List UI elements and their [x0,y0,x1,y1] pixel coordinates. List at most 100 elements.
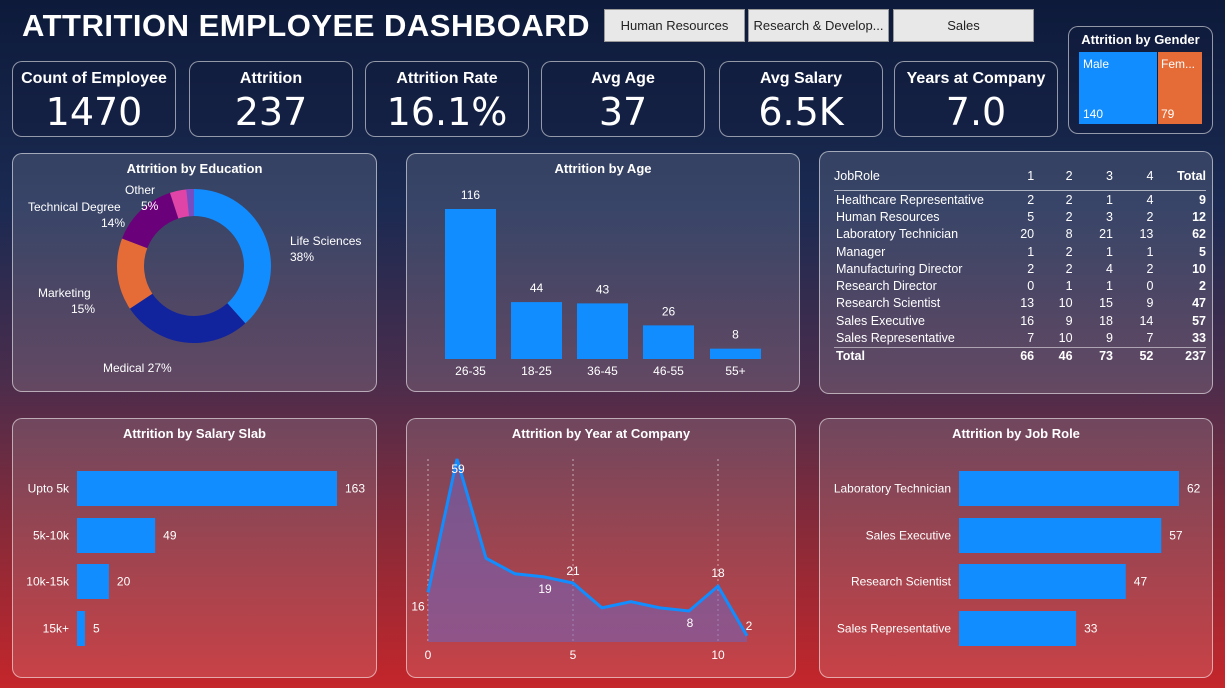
years-data-label: 8 [687,616,694,630]
matrix-header-1: 1 [995,162,1035,191]
male-value: 140 [1083,107,1104,121]
jobrole-data-label: 33 [1084,622,1098,636]
years-data-label: 16 [411,599,425,613]
kpi-label: Attrition Rate [396,70,498,87]
female-value: 79 [1161,107,1175,121]
age-data-label: 8 [732,328,739,342]
matrix-header-total: Total [1153,162,1206,191]
donut-percent-label: 15% [71,302,95,316]
age-bar-chart: 116 26-35 44 18-25 43 36-45 26 46-55 8 55+ [445,188,761,378]
gender-male-tile[interactable]: Male 140 [1079,52,1157,124]
matrix-cell: 62 [1192,227,1206,242]
matrix-cell: 5 [1027,209,1035,224]
attrition-by-gender-card: Attrition by Gender Male 140 Fem... 79 [1068,26,1213,134]
age-data-label: 43 [596,282,610,296]
matrix-cell: 0 [1146,279,1154,294]
age-bar [643,325,694,359]
salary-tick-label: 5k-10k [33,529,70,543]
matrix-cell: 57 [1192,313,1206,328]
matrix-cell: 5 [1199,244,1206,259]
kpi-label: Count of Employee [21,70,167,87]
matrix-cell: 2 [1065,261,1073,276]
matrix-cell: 20 [1020,227,1035,242]
matrix-cell: 10 [1058,331,1073,346]
years-data-label: 59 [451,462,465,476]
matrix-cell: 2 [1146,209,1154,224]
salary-panel: Attrition by Salary Slab 163 Upto 5k 49 5k-… [12,418,377,678]
years-tick-label: 5 [570,648,577,662]
matrix-cell: 12 [1192,209,1206,224]
matrix-cell: 18 [1099,313,1113,328]
salary-tick-label: Upto 5k [28,482,70,496]
matrix-cell: 1 [1027,244,1035,259]
female-label: Fem... [1161,57,1196,71]
gender-title: Attrition by Gender [1081,32,1200,47]
slicer-research-development[interactable]: Research & Develop... [748,9,889,42]
salary-bar-chart: 163 Upto 5k 49 5k-10k 20 10k-15k 5 15k+ [26,471,365,646]
matrix-header-2: 2 [1034,162,1073,191]
matrix-cell: 15 [1099,296,1113,311]
jobrole-tick-label: Research Scientist [851,575,952,589]
matrix-total-cell: 52 [1112,346,1154,365]
jobrole-data-label: 47 [1134,575,1148,589]
age-tick-label: 46-55 [653,364,684,378]
age-data-label: 116 [461,188,480,202]
years-data-label: 18 [711,566,725,580]
matrix-total-cell: 46 [1034,346,1073,365]
years-area [428,459,747,642]
kpi-value: 237 [234,90,308,134]
years-panel: Attrition by Year at Company 16 59 19 21 8 18… [406,418,796,678]
matrix-cell: 10 [1058,296,1073,311]
matrix-cell: 1 [1065,279,1073,294]
matrix-cell: 1 [1146,244,1154,259]
donut-slice-medical [129,293,246,343]
matrix-row-label: Laboratory Technician [836,227,959,242]
kpi-avg-salary: Avg Salary 6.5K [719,61,883,137]
kpi-value: 7.0 [945,90,1007,134]
matrix-cell: 33 [1192,331,1206,346]
matrix-cell: 47 [1192,296,1206,311]
matrix-cell: 8 [1065,227,1073,242]
age-data-label: 26 [662,304,676,318]
donut-label: Life Sciences [290,234,361,248]
jobrole-bar [959,611,1077,646]
matrix-cell: 7 [1027,331,1035,346]
matrix-cell: 2 [1065,209,1073,224]
matrix-row: Healthcare Representative 2 2 1 4 9 [834,191,1206,209]
matrix-cell: 9 [1146,296,1154,311]
slicer-sales[interactable]: Sales [893,9,1034,42]
matrix-header-3: 3 [1072,162,1113,191]
education-donut-chart: Life Sciences 38% Medical 27% Marketing 15% T… [28,183,361,375]
years-data-label: 19 [538,582,552,596]
jobrole-data-label: 62 [1187,482,1201,496]
salary-data-label: 20 [117,575,131,589]
matrix-cell: 13 [1139,227,1154,242]
matrix-cell: 2 [1065,244,1073,259]
age-bar [445,209,496,359]
matrix-row: Laboratory Technician 20 8 21 13 62 [834,226,1206,243]
matrix-cell: 1 [1106,244,1113,259]
jobrole-tick-label: Laboratory Technician [834,482,951,496]
matrix-total-cell: 66 [995,346,1035,365]
matrix-cell: 9 [1106,331,1113,346]
kpi-value: 1470 [45,90,143,134]
kpi-label: Avg Salary [759,70,843,87]
jobrole-data-label: 57 [1169,529,1183,543]
jobrole-panel: Attrition by Job Role 62 Laboratory Techn… [819,418,1213,678]
matrix-header-4: 4 [1112,162,1154,191]
slicer-human-resources[interactable]: Human Resources [604,9,745,42]
donut-label: Medical 27% [103,361,172,375]
age-tick-label: 26-35 [455,364,486,378]
matrix-cell: 4 [1146,192,1154,207]
years-area-chart: 16 59 19 21 8 18 2 0 5 10 [411,458,753,662]
matrix-row-label: Research Director [836,279,937,294]
matrix-cell: 7 [1146,331,1154,346]
matrix-row-label: Sales Executive [836,313,925,328]
years-data-label: 2 [746,619,753,633]
kpi-value: 16.1% [386,90,508,134]
matrix-row-label: Sales Representative [836,331,955,346]
matrix-cell: 10 [1192,261,1206,276]
donut-slice-life-sciences [194,189,271,324]
matrix-cell: 9 [1199,192,1206,207]
gender-female-tile[interactable]: Fem... 79 [1158,52,1202,124]
